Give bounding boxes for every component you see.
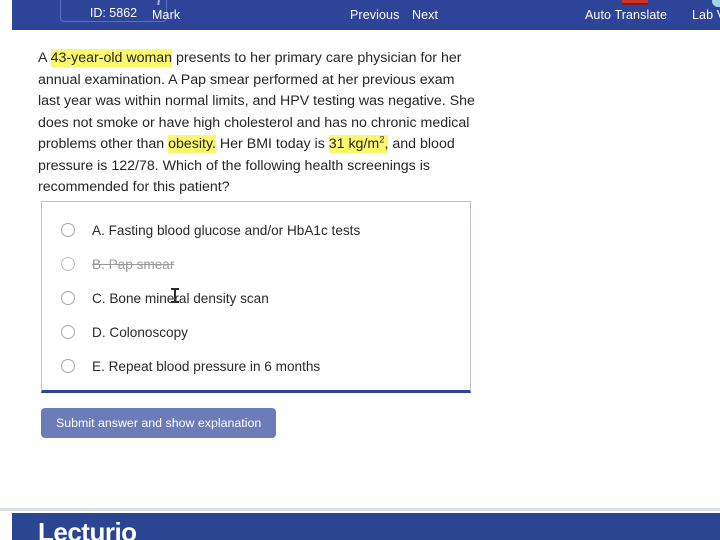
next-button[interactable]: Next [412, 8, 438, 22]
question-content-area: A 43-year-old woman presents to her prim… [0, 30, 720, 508]
previous-button[interactable]: Previous [350, 8, 399, 22]
question-id-label: ID: 5862 [89, 5, 138, 20]
answer-option-label: B. Pap smear [92, 256, 175, 272]
answer-option-e[interactable]: E. Repeat blood pressure in 6 months [42, 349, 470, 383]
radio-button-icon[interactable] [61, 359, 75, 373]
answer-option-label: A. Fasting blood glucose and/or HbA1c te… [92, 222, 361, 238]
highlight-bmi: 31 kg/m2, [328, 134, 389, 153]
answer-option-c[interactable]: C. Bone mineral density scan [42, 281, 470, 315]
flag-icon[interactable] [622, 0, 648, 5]
radio-button-icon[interactable] [61, 223, 75, 237]
radio-button-icon[interactable] [61, 291, 75, 305]
answer-option-label: D. Colonoscopy [92, 324, 188, 340]
lab-values-button[interactable]: Lab Val [692, 8, 720, 22]
answer-option-label: E. Repeat blood pressure in 6 months [92, 358, 321, 374]
highlight-age-sex: 43-year-old woman [50, 49, 173, 67]
arrow-right-icon[interactable] [416, 0, 427, 5]
bookmark-icon[interactable] [157, 0, 170, 5]
question-text-part: A [38, 50, 51, 66]
lecturio-logo: Lecturio [38, 517, 137, 540]
radio-button-icon[interactable] [61, 325, 75, 339]
question-stem: A 43-year-old woman presents to her prim… [38, 48, 478, 199]
highlight-obesity: obesity. [168, 135, 216, 153]
footer-divider [0, 508, 720, 511]
arrow-left-icon[interactable] [364, 0, 375, 5]
answer-option-a[interactable]: A. Fasting blood glucose and/or HbA1c te… [42, 213, 470, 247]
answer-option-b[interactable]: B. Pap smear [42, 247, 470, 281]
radio-button-icon[interactable] [61, 257, 75, 271]
top-navigation-bar: ID: 5862 Mark Previous Next Auto Transla… [12, 0, 720, 30]
answer-option-label: C. Bone mineral density scan [92, 290, 269, 306]
mark-button[interactable]: Mark [152, 8, 180, 22]
answer-option-d[interactable]: D. Colonoscopy [42, 315, 470, 349]
answer-options-box: A. Fasting blood glucose and/or HbA1c te… [41, 201, 471, 393]
submit-answer-button[interactable]: Submit answer and show explanation [41, 408, 277, 438]
footer-bar: Lecturio [12, 513, 720, 540]
auto-translate-button[interactable]: Auto Translate [585, 8, 667, 22]
text-cursor [171, 288, 179, 303]
question-text-part: Her BMI today is [215, 136, 329, 152]
beaker-icon[interactable] [712, 0, 720, 7]
